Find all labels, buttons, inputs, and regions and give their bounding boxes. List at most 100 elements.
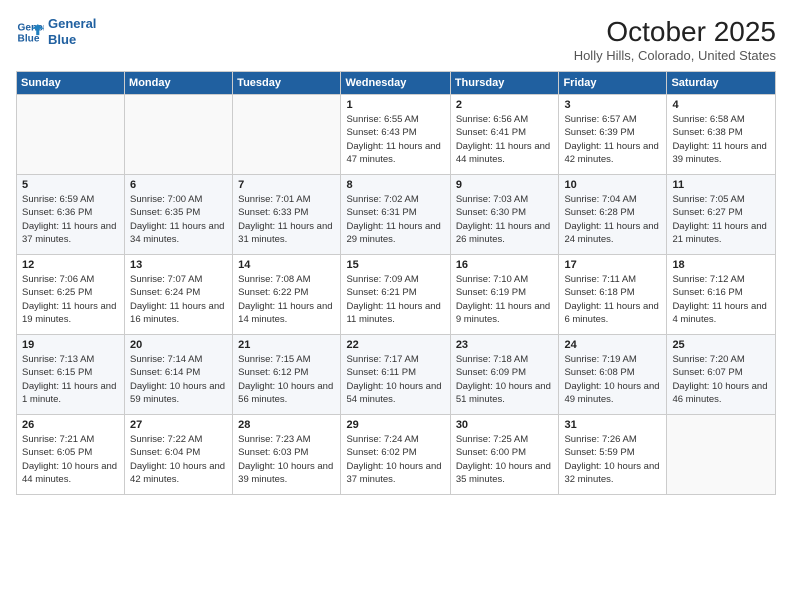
calendar-title: October 2025: [574, 16, 776, 48]
logo-icon: General Blue: [16, 18, 44, 46]
calendar-cell: 13 Sunrise: 7:07 AM Sunset: 6:24 PM Dayli…: [125, 255, 233, 335]
day-number: 21: [238, 339, 335, 351]
day-info: Sunrise: 7:07 AM Sunset: 6:24 PM Dayligh…: [130, 273, 227, 326]
day-number: 6: [130, 179, 227, 191]
day-number: 4: [672, 99, 770, 111]
calendar-cell: 20 Sunrise: 7:14 AM Sunset: 6:14 PM Dayli…: [125, 335, 233, 415]
day-header-friday: Friday: [559, 72, 667, 95]
calendar-cell: 31Sunrise: 7:26 AM Sunset: 5:59 PM Dayli…: [559, 415, 667, 495]
day-number: 15: [346, 259, 444, 271]
calendar-cell: 16Sunrise: 7:10 AM Sunset: 6:19 PM Dayli…: [450, 255, 559, 335]
day-info: Sunrise: 7:03 AM Sunset: 6:30 PM Dayligh…: [456, 193, 554, 246]
day-info: Sunrise: 7:21 AM Sunset: 6:05 PM Dayligh…: [22, 433, 119, 486]
day-number: 22: [346, 339, 444, 351]
day-info: Sunrise: 7:14 AM Sunset: 6:14 PM Dayligh…: [130, 353, 227, 406]
calendar-cell: [233, 95, 341, 175]
calendar-cell: 28 Sunrise: 7:23 AM Sunset: 6:03 PM Dayli…: [233, 415, 341, 495]
calendar-cell: 10 Sunrise: 7:04 AM Sunset: 6:28 PM Dayli…: [559, 175, 667, 255]
day-info: Sunrise: 7:22 AM Sunset: 6:04 PM Dayligh…: [130, 433, 227, 486]
calendar-cell: [667, 415, 776, 495]
calendar-cell: 2 Sunrise: 6:56 AM Sunset: 6:41 PM Daylig…: [450, 95, 559, 175]
calendar-cell: 19 Sunrise: 7:13 AM Sunset: 6:15 PM Dayli…: [17, 335, 125, 415]
day-number: 3: [564, 99, 661, 111]
day-number: 24: [564, 339, 661, 351]
day-number: 17: [564, 259, 661, 271]
calendar-cell: [17, 95, 125, 175]
calendar-cell: 14 Sunrise: 7:08 AM Sunset: 6:22 PM Dayli…: [233, 255, 341, 335]
day-info: Sunrise: 7:06 AM Sunset: 6:25 PM Dayligh…: [22, 273, 119, 326]
day-number: 12: [22, 259, 119, 271]
day-info: Sunrise: 7:02 AM Sunset: 6:31 PM Dayligh…: [346, 193, 444, 246]
logo-line2: Blue: [48, 32, 76, 47]
day-info: Sunrise: 7:08 AM Sunset: 6:22 PM Dayligh…: [238, 273, 335, 326]
calendar-cell: 4 Sunrise: 6:58 AM Sunset: 6:38 PM Daylig…: [667, 95, 776, 175]
day-info: Sunrise: 7:01 AM Sunset: 6:33 PM Dayligh…: [238, 193, 335, 246]
calendar-cell: 6Sunrise: 7:00 AM Sunset: 6:35 PM Daylig…: [125, 175, 233, 255]
day-number: 31: [564, 419, 661, 431]
day-info: Sunrise: 7:04 AM Sunset: 6:28 PM Dayligh…: [564, 193, 661, 246]
day-number: 2: [456, 99, 554, 111]
day-number: 11: [672, 179, 770, 191]
day-number: 27: [130, 419, 227, 431]
week-row-2: 5Sunrise: 6:59 AM Sunset: 6:36 PM Daylig…: [17, 175, 776, 255]
day-info: Sunrise: 6:58 AM Sunset: 6:38 PM Dayligh…: [672, 113, 770, 166]
calendar-cell: 24 Sunrise: 7:19 AM Sunset: 6:08 PM Dayli…: [559, 335, 667, 415]
week-row-3: 12 Sunrise: 7:06 AM Sunset: 6:25 PM Dayli…: [17, 255, 776, 335]
calendar-cell: 9 Sunrise: 7:03 AM Sunset: 6:30 PM Daylig…: [450, 175, 559, 255]
calendar-table: SundayMondayTuesdayWednesdayThursdayFrid…: [16, 71, 776, 495]
day-info: Sunrise: 7:19 AM Sunset: 6:08 PM Dayligh…: [564, 353, 661, 406]
calendar-cell: 5Sunrise: 6:59 AM Sunset: 6:36 PM Daylig…: [17, 175, 125, 255]
week-row-4: 19 Sunrise: 7:13 AM Sunset: 6:15 PM Dayli…: [17, 335, 776, 415]
day-info: Sunrise: 7:15 AM Sunset: 6:12 PM Dayligh…: [238, 353, 335, 406]
day-number: 16: [456, 259, 554, 271]
calendar-cell: [125, 95, 233, 175]
day-info: Sunrise: 7:24 AM Sunset: 6:02 PM Dayligh…: [346, 433, 444, 486]
day-number: 14: [238, 259, 335, 271]
day-number: 23: [456, 339, 554, 351]
logo-text: General Blue: [48, 16, 96, 47]
calendar-cell: 11 Sunrise: 7:05 AM Sunset: 6:27 PM Dayli…: [667, 175, 776, 255]
day-number: 10: [564, 179, 661, 191]
calendar-cell: 1Sunrise: 6:55 AM Sunset: 6:43 PM Daylig…: [341, 95, 450, 175]
day-info: Sunrise: 7:09 AM Sunset: 6:21 PM Dayligh…: [346, 273, 444, 326]
calendar-cell: 27 Sunrise: 7:22 AM Sunset: 6:04 PM Dayli…: [125, 415, 233, 495]
day-header-thursday: Thursday: [450, 72, 559, 95]
calendar-header-row: SundayMondayTuesdayWednesdayThursdayFrid…: [17, 72, 776, 95]
day-number: 25: [672, 339, 770, 351]
week-row-5: 26Sunrise: 7:21 AM Sunset: 6:05 PM Dayli…: [17, 415, 776, 495]
day-number: 28: [238, 419, 335, 431]
day-info: Sunrise: 7:11 AM Sunset: 6:18 PM Dayligh…: [564, 273, 661, 326]
calendar-cell: 29 Sunrise: 7:24 AM Sunset: 6:02 PM Dayli…: [341, 415, 450, 495]
title-area: October 2025 Holly Hills, Colorado, Unit…: [574, 16, 776, 63]
calendar-cell: 8Sunrise: 7:02 AM Sunset: 6:31 PM Daylig…: [341, 175, 450, 255]
day-number: 1: [346, 99, 444, 111]
day-number: 5: [22, 179, 119, 191]
day-number: 29: [346, 419, 444, 431]
day-number: 20: [130, 339, 227, 351]
day-info: Sunrise: 7:17 AM Sunset: 6:11 PM Dayligh…: [346, 353, 444, 406]
calendar-cell: 18Sunrise: 7:12 AM Sunset: 6:16 PM Dayli…: [667, 255, 776, 335]
calendar-cell: 3 Sunrise: 6:57 AM Sunset: 6:39 PM Daylig…: [559, 95, 667, 175]
calendar-body: 1Sunrise: 6:55 AM Sunset: 6:43 PM Daylig…: [17, 95, 776, 495]
day-header-tuesday: Tuesday: [233, 72, 341, 95]
day-info: Sunrise: 6:56 AM Sunset: 6:41 PM Dayligh…: [456, 113, 554, 166]
calendar-cell: 17 Sunrise: 7:11 AM Sunset: 6:18 PM Dayli…: [559, 255, 667, 335]
calendar-cell: 12 Sunrise: 7:06 AM Sunset: 6:25 PM Dayli…: [17, 255, 125, 335]
day-info: Sunrise: 7:12 AM Sunset: 6:16 PM Dayligh…: [672, 273, 770, 326]
day-number: 30: [456, 419, 554, 431]
day-number: 13: [130, 259, 227, 271]
day-header-wednesday: Wednesday: [341, 72, 450, 95]
day-info: Sunrise: 7:05 AM Sunset: 6:27 PM Dayligh…: [672, 193, 770, 246]
calendar-cell: 26Sunrise: 7:21 AM Sunset: 6:05 PM Dayli…: [17, 415, 125, 495]
day-info: Sunrise: 6:57 AM Sunset: 6:39 PM Dayligh…: [564, 113, 661, 166]
day-number: 9: [456, 179, 554, 191]
day-info: Sunrise: 7:23 AM Sunset: 6:03 PM Dayligh…: [238, 433, 335, 486]
logo: General Blue General Blue: [16, 16, 96, 47]
page-header: General Blue General Blue October 2025 H…: [16, 16, 776, 63]
calendar-cell: 21 Sunrise: 7:15 AM Sunset: 6:12 PM Dayli…: [233, 335, 341, 415]
day-info: Sunrise: 7:25 AM Sunset: 6:00 PM Dayligh…: [456, 433, 554, 486]
day-info: Sunrise: 7:13 AM Sunset: 6:15 PM Dayligh…: [22, 353, 119, 406]
calendar-cell: 30 Sunrise: 7:25 AM Sunset: 6:00 PM Dayli…: [450, 415, 559, 495]
day-number: 19: [22, 339, 119, 351]
day-header-sunday: Sunday: [17, 72, 125, 95]
